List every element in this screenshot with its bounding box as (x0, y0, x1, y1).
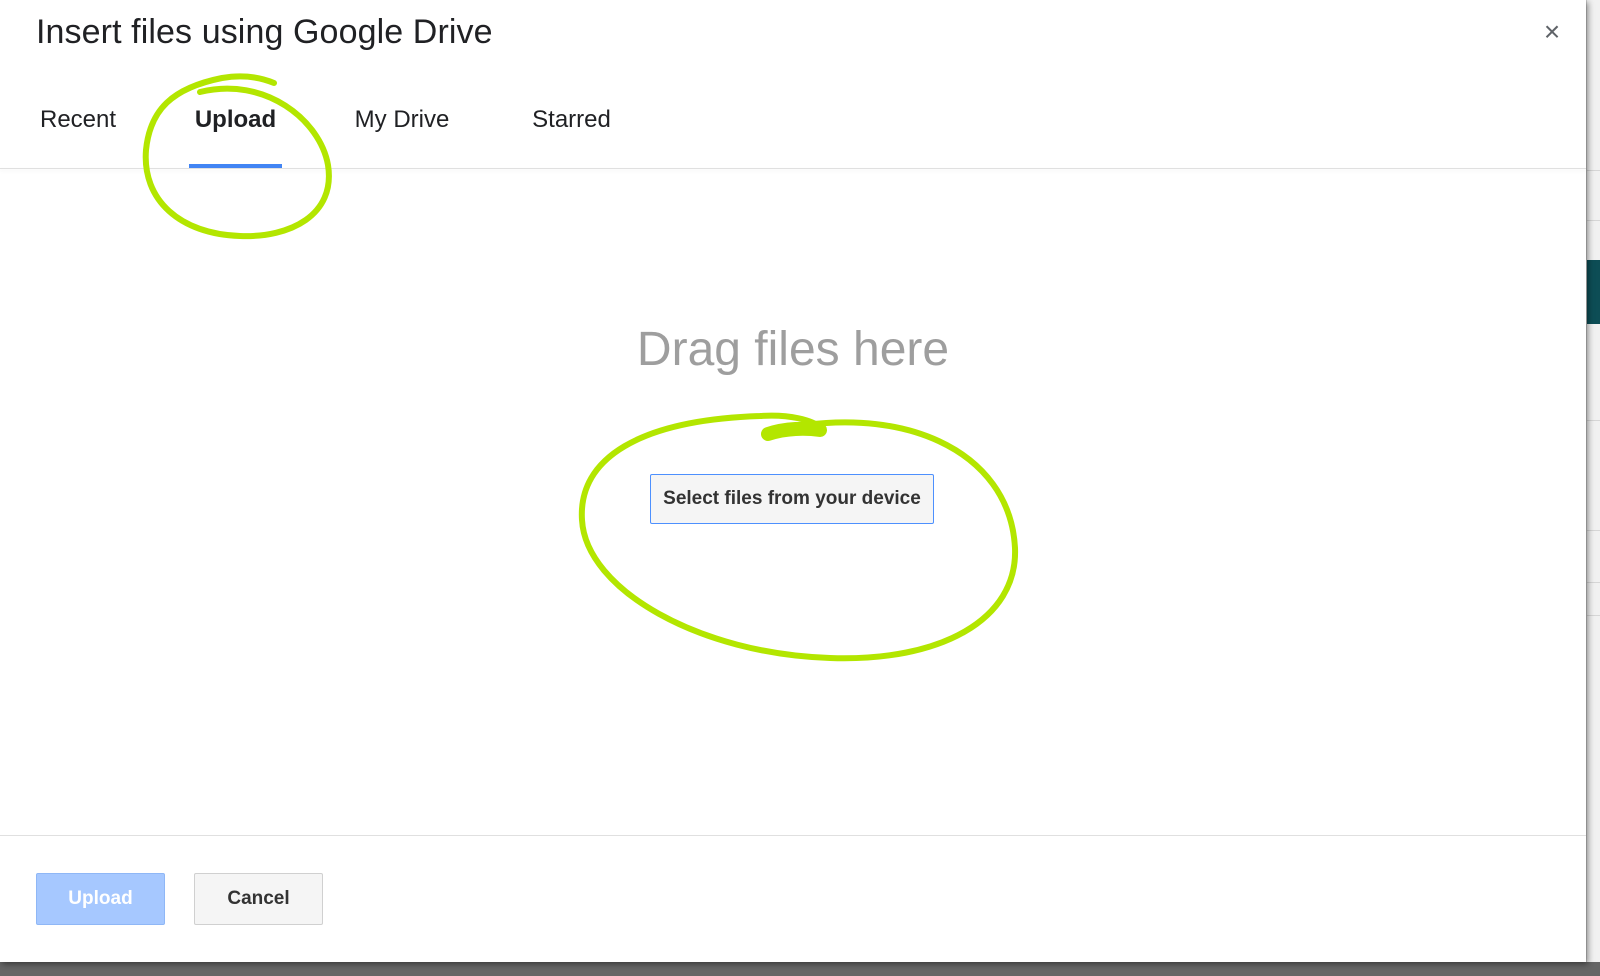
footer-divider (0, 835, 1586, 836)
select-files-button[interactable]: Select files from your device (650, 474, 934, 524)
cancel-button[interactable]: Cancel (194, 873, 323, 925)
drop-zone-label: Drag files here (636, 323, 950, 376)
upload-button[interactable]: Upload (36, 873, 165, 925)
tab-my-drive[interactable]: My Drive (352, 106, 452, 148)
tab-bar: Recent Upload My Drive Starred (0, 90, 1586, 170)
tabs-divider (0, 168, 1586, 169)
dialog-title: Insert files using Google Drive (36, 13, 493, 51)
close-icon[interactable]: × (1536, 16, 1568, 48)
tab-recent[interactable]: Recent (40, 106, 116, 148)
background-page-edge (1586, 0, 1600, 976)
insert-files-dialog: Insert files using Google Drive × Recent… (0, 0, 1586, 962)
background-page-bottom (0, 962, 1600, 976)
background-teal-block (1587, 260, 1600, 324)
tab-upload[interactable]: Upload (189, 106, 282, 148)
tab-starred[interactable]: Starred (528, 106, 615, 148)
